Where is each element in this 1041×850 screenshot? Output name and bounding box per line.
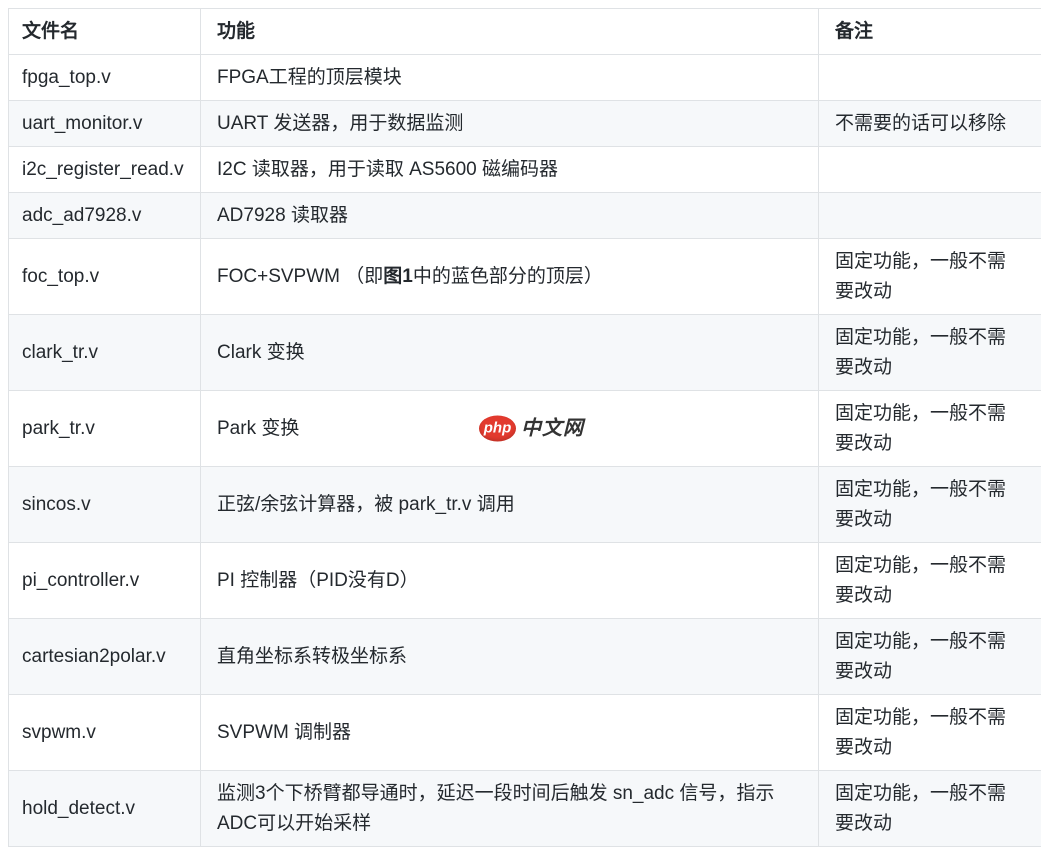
table-row: foc_top.v FOC+SVPWM （即图1中的蓝色部分的顶层） 固定功能，… [9, 239, 1041, 315]
function-cell: Clark 变换 [201, 315, 819, 391]
remarks-cell: 固定功能，一般不需要改动 [819, 543, 1041, 619]
php-cn-watermark-logo: php 中文网 [479, 413, 584, 444]
function-cell: SVPWM 调制器 [201, 695, 819, 771]
remarks-text: 固定功能，一般不需要改动 [835, 399, 1017, 458]
remarks-cell [819, 55, 1041, 101]
table-row: cartesian2polar.v 直角坐标系转极坐标系 固定功能，一般不需要改… [9, 619, 1041, 695]
file-description-table: 文件名 功能 备注 fpga_top.v FPGA工程的顶层模块 uart_mo… [8, 8, 1041, 847]
remarks-text: 不需要的话可以移除 [835, 109, 1006, 138]
table-row: sincos.v 正弦/余弦计算器，被 park_tr.v 调用 固定功能，一般… [9, 467, 1041, 543]
filename-cell: foc_top.v [9, 239, 201, 315]
table-row: adc_ad7928.v AD7928 读取器 [9, 193, 1041, 239]
function-cell: Park 变换 php 中文网 [201, 391, 819, 467]
remarks-cell: 固定功能，一般不需要改动 [819, 771, 1041, 847]
filename-cell: hold_detect.v [9, 771, 201, 847]
remarks-text: 固定功能，一般不需要改动 [835, 323, 1017, 382]
function-cell: 直角坐标系转极坐标系 [201, 619, 819, 695]
function-cell: 监测3个下桥臂都导通时，延迟一段时间后触发 sn_adc 信号，指示ADC可以开… [201, 771, 819, 847]
filename-cell: clark_tr.v [9, 315, 201, 391]
remarks-text: 固定功能，一般不需要改动 [835, 247, 1017, 306]
function-cell: AD7928 读取器 [201, 193, 819, 239]
function-cell: I2C 读取器，用于读取 AS5600 磁编码器 [201, 147, 819, 193]
table-row: uart_monitor.v UART 发送器，用于数据监测 不需要的话可以移除 [9, 101, 1041, 147]
filename-cell: fpga_top.v [9, 55, 201, 101]
table-row: fpga_top.v FPGA工程的顶层模块 [9, 55, 1041, 101]
function-cell: UART 发送器，用于数据监测 [201, 101, 819, 147]
filename-cell: pi_controller.v [9, 543, 201, 619]
function-text: Park 变换 [217, 418, 299, 439]
remarks-cell: 固定功能，一般不需要改动 [819, 467, 1041, 543]
filename-cell: svpwm.v [9, 695, 201, 771]
column-header-function: 功能 [201, 9, 819, 55]
remarks-cell: 固定功能，一般不需要改动 [819, 619, 1041, 695]
remarks-text: 固定功能，一般不需要改动 [835, 627, 1017, 686]
filename-cell: sincos.v [9, 467, 201, 543]
remarks-cell [819, 147, 1041, 193]
remarks-cell: 固定功能，一般不需要改动 [819, 391, 1041, 467]
function-text: 中的蓝色部分的顶层） [413, 266, 603, 287]
function-cell: FPGA工程的顶层模块 [201, 55, 819, 101]
php-cn-site-name: 中文网 [521, 413, 584, 444]
table-row: park_tr.v Park 变换 php 中文网 固定功能，一般不需要改动 [9, 391, 1041, 467]
table-row: clark_tr.v Clark 变换 固定功能，一般不需要改动 [9, 315, 1041, 391]
filename-cell: i2c_register_read.v [9, 147, 201, 193]
filename-cell: uart_monitor.v [9, 101, 201, 147]
remarks-text: 固定功能，一般不需要改动 [835, 551, 1017, 610]
remarks-cell: 固定功能，一般不需要改动 [819, 695, 1041, 771]
php-logo-icon: php [479, 416, 516, 442]
column-header-filename: 文件名 [9, 9, 201, 55]
table-row: pi_controller.v PI 控制器（PID没有D） 固定功能，一般不需… [9, 543, 1041, 619]
remarks-cell [819, 193, 1041, 239]
function-cell: 正弦/余弦计算器，被 park_tr.v 调用 [201, 467, 819, 543]
table-row: i2c_register_read.v I2C 读取器，用于读取 AS5600 … [9, 147, 1041, 193]
filename-cell: park_tr.v [9, 391, 201, 467]
remarks-cell: 固定功能，一般不需要改动 [819, 239, 1041, 315]
function-text: FOC+SVPWM （即 [217, 266, 383, 287]
table-header-row: 文件名 功能 备注 [9, 9, 1041, 55]
column-header-remarks: 备注 [819, 9, 1041, 55]
function-cell: PI 控制器（PID没有D） [201, 543, 819, 619]
function-cell: FOC+SVPWM （即图1中的蓝色部分的顶层） [201, 239, 819, 315]
figure-reference-bold: 图1 [383, 266, 413, 287]
remarks-cell: 固定功能，一般不需要改动 [819, 315, 1041, 391]
filename-cell: adc_ad7928.v [9, 193, 201, 239]
remarks-text: 固定功能，一般不需要改动 [835, 703, 1017, 762]
remarks-cell: 不需要的话可以移除 [819, 101, 1041, 147]
table-row: svpwm.v SVPWM 调制器 固定功能，一般不需要改动 [9, 695, 1041, 771]
remarks-text: 固定功能，一般不需要改动 [835, 475, 1017, 534]
filename-cell: cartesian2polar.v [9, 619, 201, 695]
table-row: hold_detect.v 监测3个下桥臂都导通时，延迟一段时间后触发 sn_a… [9, 771, 1041, 847]
remarks-text: 固定功能，一般不需要改动 [835, 779, 1017, 838]
